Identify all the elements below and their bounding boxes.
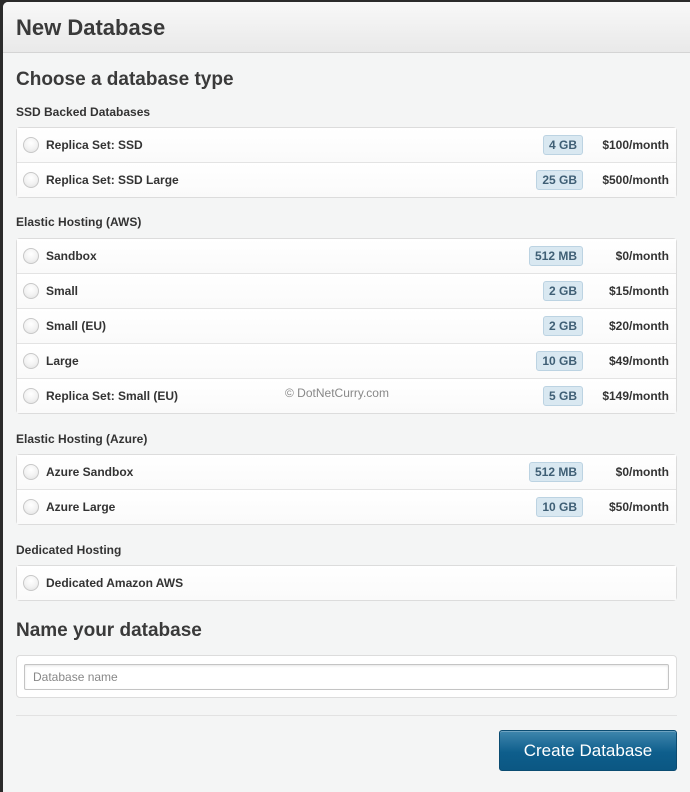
new-database-dialog: New Database Choose a database type SSD …	[3, 2, 690, 792]
group-label-dedicated: Dedicated Hosting	[16, 543, 122, 557]
name-field-container	[16, 655, 677, 698]
option-replica-set-ssd-large[interactable]: Replica Set: SSD Large 25 GB $500/month	[17, 162, 676, 197]
group-label-aws: Elastic Hosting (AWS)	[16, 215, 142, 229]
price-label: $149/month	[602, 389, 669, 403]
option-small[interactable]: Small 2 GB $15/month	[17, 273, 676, 308]
name-database-heading: Name your database	[16, 620, 202, 641]
option-large[interactable]: Large 10 GB $49/month	[17, 343, 676, 378]
option-azure-sandbox[interactable]: Azure Sandbox 512 MB $0/month	[17, 455, 676, 489]
price-label: $0/month	[615, 249, 669, 263]
option-label: Replica Set: SSD Large	[46, 173, 179, 187]
price-label: $50/month	[608, 500, 669, 514]
price-label: $500/month	[602, 173, 669, 187]
option-label: Replica Set: SSD	[46, 138, 143, 152]
price-label: $49/month	[608, 354, 669, 368]
option-label: Azure Large	[46, 500, 116, 514]
option-dedicated-amazon-aws[interactable]: Dedicated Amazon AWS	[17, 566, 676, 600]
option-label: Small (EU)	[46, 319, 107, 333]
price-label: $20/month	[608, 319, 669, 333]
choose-type-heading: Choose a database type	[16, 69, 234, 90]
radio-button[interactable]	[23, 137, 39, 153]
price-label: $100/month	[602, 138, 669, 152]
size-badge: 10 GB	[536, 497, 583, 517]
footer-divider	[16, 715, 677, 716]
option-list-ssd: Replica Set: SSD 4 GB $100/month Replica…	[16, 127, 677, 198]
size-badge: 2 GB	[542, 316, 583, 336]
group-label-azure: Elastic Hosting (Azure)	[16, 432, 148, 446]
radio-button[interactable]	[23, 172, 39, 188]
dialog-header: New Database	[3, 2, 690, 53]
size-badge: 10 GB	[536, 351, 583, 371]
price-label: $15/month	[608, 284, 669, 298]
size-badge: 25 GB	[536, 170, 583, 190]
size-badge: 512 MB	[528, 462, 583, 482]
radio-button[interactable]	[23, 575, 39, 591]
option-label: Large	[46, 354, 79, 368]
radio-button[interactable]	[23, 318, 39, 334]
radio-button[interactable]	[23, 353, 39, 369]
option-label: Dedicated Amazon AWS	[46, 576, 184, 590]
watermark: © DotNetCurry.com	[285, 386, 389, 400]
option-list-azure: Azure Sandbox 512 MB $0/month Azure Larg…	[16, 454, 677, 525]
group-label-ssd: SSD Backed Databases	[16, 105, 151, 119]
radio-button[interactable]	[23, 464, 39, 480]
size-badge: 2 GB	[542, 281, 583, 301]
option-label: Azure Sandbox	[46, 465, 134, 479]
size-badge: 5 GB	[542, 386, 583, 406]
option-replica-set-ssd[interactable]: Replica Set: SSD 4 GB $100/month	[17, 128, 676, 162]
option-sandbox[interactable]: Sandbox 512 MB $0/month	[17, 239, 676, 273]
database-name-input[interactable]	[24, 664, 669, 690]
option-label: Sandbox	[46, 249, 97, 263]
option-small-eu[interactable]: Small (EU) 2 GB $20/month	[17, 308, 676, 343]
option-azure-large[interactable]: Azure Large 10 GB $50/month	[17, 489, 676, 524]
price-label: $0/month	[615, 465, 669, 479]
radio-button[interactable]	[23, 388, 39, 404]
size-badge: 4 GB	[542, 135, 583, 155]
radio-button[interactable]	[23, 283, 39, 299]
option-label: Replica Set: Small (EU)	[46, 389, 179, 403]
radio-button[interactable]	[23, 499, 39, 515]
radio-button[interactable]	[23, 248, 39, 264]
dialog-title: New Database	[16, 15, 166, 40]
size-badge: 512 MB	[528, 246, 583, 266]
option-list-dedicated: Dedicated Amazon AWS	[16, 565, 677, 601]
option-label: Small	[46, 284, 79, 298]
create-database-button[interactable]: Create Database	[499, 730, 677, 771]
